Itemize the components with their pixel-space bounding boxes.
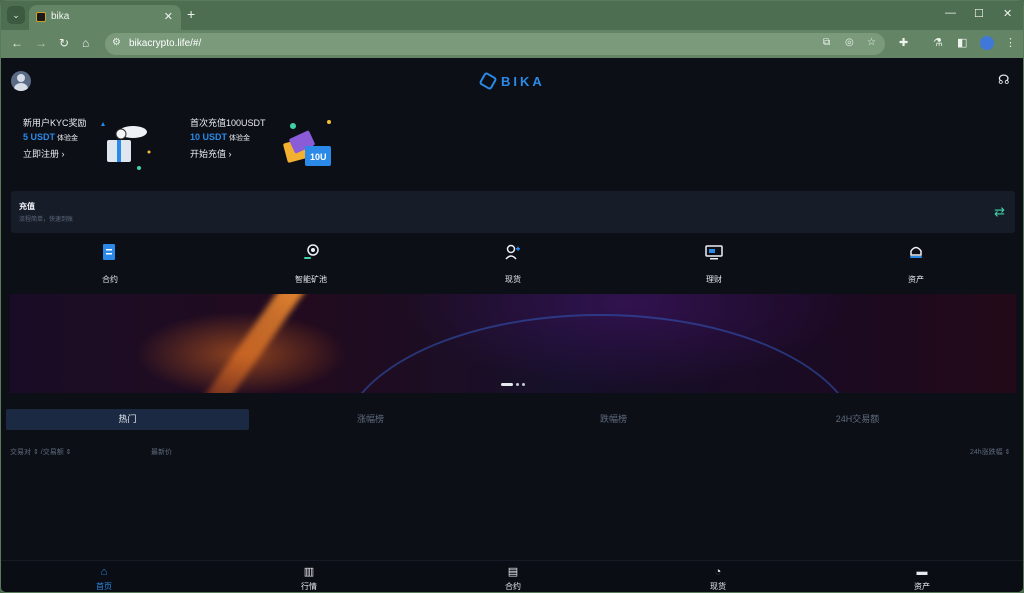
- nav-label: 资产: [914, 582, 930, 591]
- minimize-button[interactable]: —: [945, 7, 956, 19]
- assets-icon: [886, 244, 946, 264]
- quick-action-label: 现货: [505, 275, 521, 284]
- quick-action-mining-pool[interactable]: 智能矿池: [281, 244, 341, 285]
- site-info-icon[interactable]: ⚙: [112, 37, 121, 48]
- market-icon: ▥: [303, 566, 315, 578]
- nav-label: 合约: [505, 582, 521, 591]
- reload-icon[interactable]: ↻: [59, 36, 69, 50]
- promo-banner[interactable]: [10, 294, 1016, 393]
- tab-losers[interactable]: 跌幅榜: [492, 409, 735, 430]
- side-panel-icon[interactable]: ◧: [957, 36, 967, 49]
- market-tabs: 热门 涨幅榜 跌幅榜 24H交易额: [6, 409, 1018, 430]
- column-24h-change[interactable]: 24h涨跌幅 ⇕: [970, 447, 1011, 457]
- carousel-dots[interactable]: [501, 383, 525, 386]
- user-avatar[interactable]: [11, 71, 31, 91]
- tab-title: bika: [51, 11, 70, 22]
- eye-off-icon[interactable]: ◎: [845, 37, 854, 48]
- swap-arrows-icon[interactable]: ⇄: [994, 204, 1005, 220]
- deposit-card[interactable]: 充值 流程简单，快速到账 ⇄: [11, 191, 1015, 233]
- nav-label: 首页: [96, 582, 112, 591]
- browser-tab[interactable]: bika ✕: [29, 5, 181, 30]
- nav-label: 行情: [301, 582, 317, 591]
- tab-hot[interactable]: 热门: [6, 409, 249, 430]
- banner-globe-arc: [340, 314, 860, 393]
- voucher-ticket-icon: 10U: [283, 120, 331, 166]
- home-browser-icon[interactable]: ⌂: [82, 36, 89, 50]
- profile-avatar-icon[interactable]: [980, 36, 994, 50]
- app-logo: BIKA: [478, 71, 545, 91]
- browser-window: ⌄ bika ✕ + — ☐ ✕ ← → ↻ ⌂ ⚙ bikacrypto.li…: [0, 0, 1024, 593]
- nav-spot[interactable]: ◔ 现货: [688, 566, 748, 592]
- quick-action-label: 智能矿池: [295, 275, 327, 284]
- tab-strip: ⌄ bika ✕ + — ☐ ✕: [1, 1, 1023, 30]
- contract-icon: [80, 244, 140, 264]
- tab-close-icon[interactable]: ✕: [164, 10, 173, 23]
- quick-action-finance[interactable]: 理财: [684, 244, 744, 285]
- url-text[interactable]: bikacrypto.life/#/: [129, 38, 201, 49]
- quick-action-contract[interactable]: 合约: [80, 244, 140, 285]
- headset-support-icon[interactable]: ☊: [998, 72, 1010, 88]
- spot-icon: ◔: [714, 566, 722, 578]
- column-last-price: 最新价: [151, 449, 172, 456]
- nav-assets[interactable]: ▬ 资产: [892, 566, 952, 592]
- carousel-dot[interactable]: [501, 383, 513, 386]
- deposit-subtitle: 流程简单，快速到账: [19, 217, 74, 223]
- tab-24h-volume[interactable]: 24H交易额: [736, 409, 979, 430]
- banner-light-streak: [193, 294, 309, 393]
- nav-label: 现货: [710, 582, 726, 591]
- column-pair-volume[interactable]: 交易对 ⇕ /交易额 ⇕: [10, 447, 72, 457]
- back-icon[interactable]: ←: [11, 36, 23, 50]
- tab-search-icon[interactable]: ⌄: [7, 6, 25, 24]
- logo-text: BIKA: [501, 73, 545, 89]
- bottom-nav: ⌂ 首页 ▥ 行情 ▤ 合约 ◔ 现货 ▬ 资产: [1, 560, 1023, 592]
- gift-box-icon: [101, 122, 151, 170]
- contract-icon: ▤: [507, 566, 519, 578]
- nav-market[interactable]: ▥ 行情: [279, 566, 339, 592]
- extensions-icon[interactable]: ✚: [899, 36, 908, 49]
- logo-hexagon-icon: [478, 71, 498, 91]
- home-icon: ⌂: [100, 566, 108, 578]
- quick-action-label: 资产: [908, 275, 924, 284]
- nav-home[interactable]: ⌂ 首页: [74, 566, 134, 592]
- address-bar[interactable]: ⚙ bikacrypto.life/#/ ⧉ ◎ ☆: [105, 33, 885, 55]
- browser-toolbar: ← → ↻ ⌂ ⚙ bikacrypto.life/#/ ⧉ ◎ ☆ ✚ ⚗ ◧…: [1, 30, 1023, 58]
- menu-kebab-icon[interactable]: ⋮: [1005, 36, 1016, 49]
- quick-action-label: 理财: [706, 275, 722, 284]
- svg-text:10U: 10U: [310, 152, 327, 162]
- translate-icon[interactable]: ⧉: [823, 37, 830, 48]
- quick-action-spot[interactable]: 现货: [483, 244, 543, 285]
- mining-pool-icon: [281, 244, 341, 264]
- carousel-dot[interactable]: [522, 383, 525, 386]
- wallet-icon: ▬: [916, 566, 928, 578]
- new-tab-button[interactable]: +: [187, 7, 195, 21]
- forward-icon[interactable]: →: [35, 36, 47, 50]
- carousel-dot[interactable]: [516, 383, 519, 386]
- tab-gainers[interactable]: 涨幅榜: [249, 409, 492, 430]
- close-window-button[interactable]: ✕: [1003, 7, 1012, 20]
- quick-action-label: 合约: [102, 275, 118, 284]
- bookmark-star-icon[interactable]: ☆: [867, 37, 876, 48]
- deposit-title: 充值: [19, 202, 35, 211]
- quick-action-assets[interactable]: 资产: [886, 244, 946, 285]
- maximize-button[interactable]: ☐: [974, 7, 984, 20]
- favicon-icon: [36, 12, 46, 22]
- labs-icon[interactable]: ⚗: [933, 36, 943, 49]
- spot-icon: [483, 244, 543, 264]
- app-page: BIKA ☊ 新用户KYC奖励 5 USDT 体验金 立即注册 › 首次充值100…: [1, 58, 1023, 592]
- finance-icon: [684, 244, 744, 264]
- nav-contract[interactable]: ▤ 合约: [483, 566, 543, 592]
